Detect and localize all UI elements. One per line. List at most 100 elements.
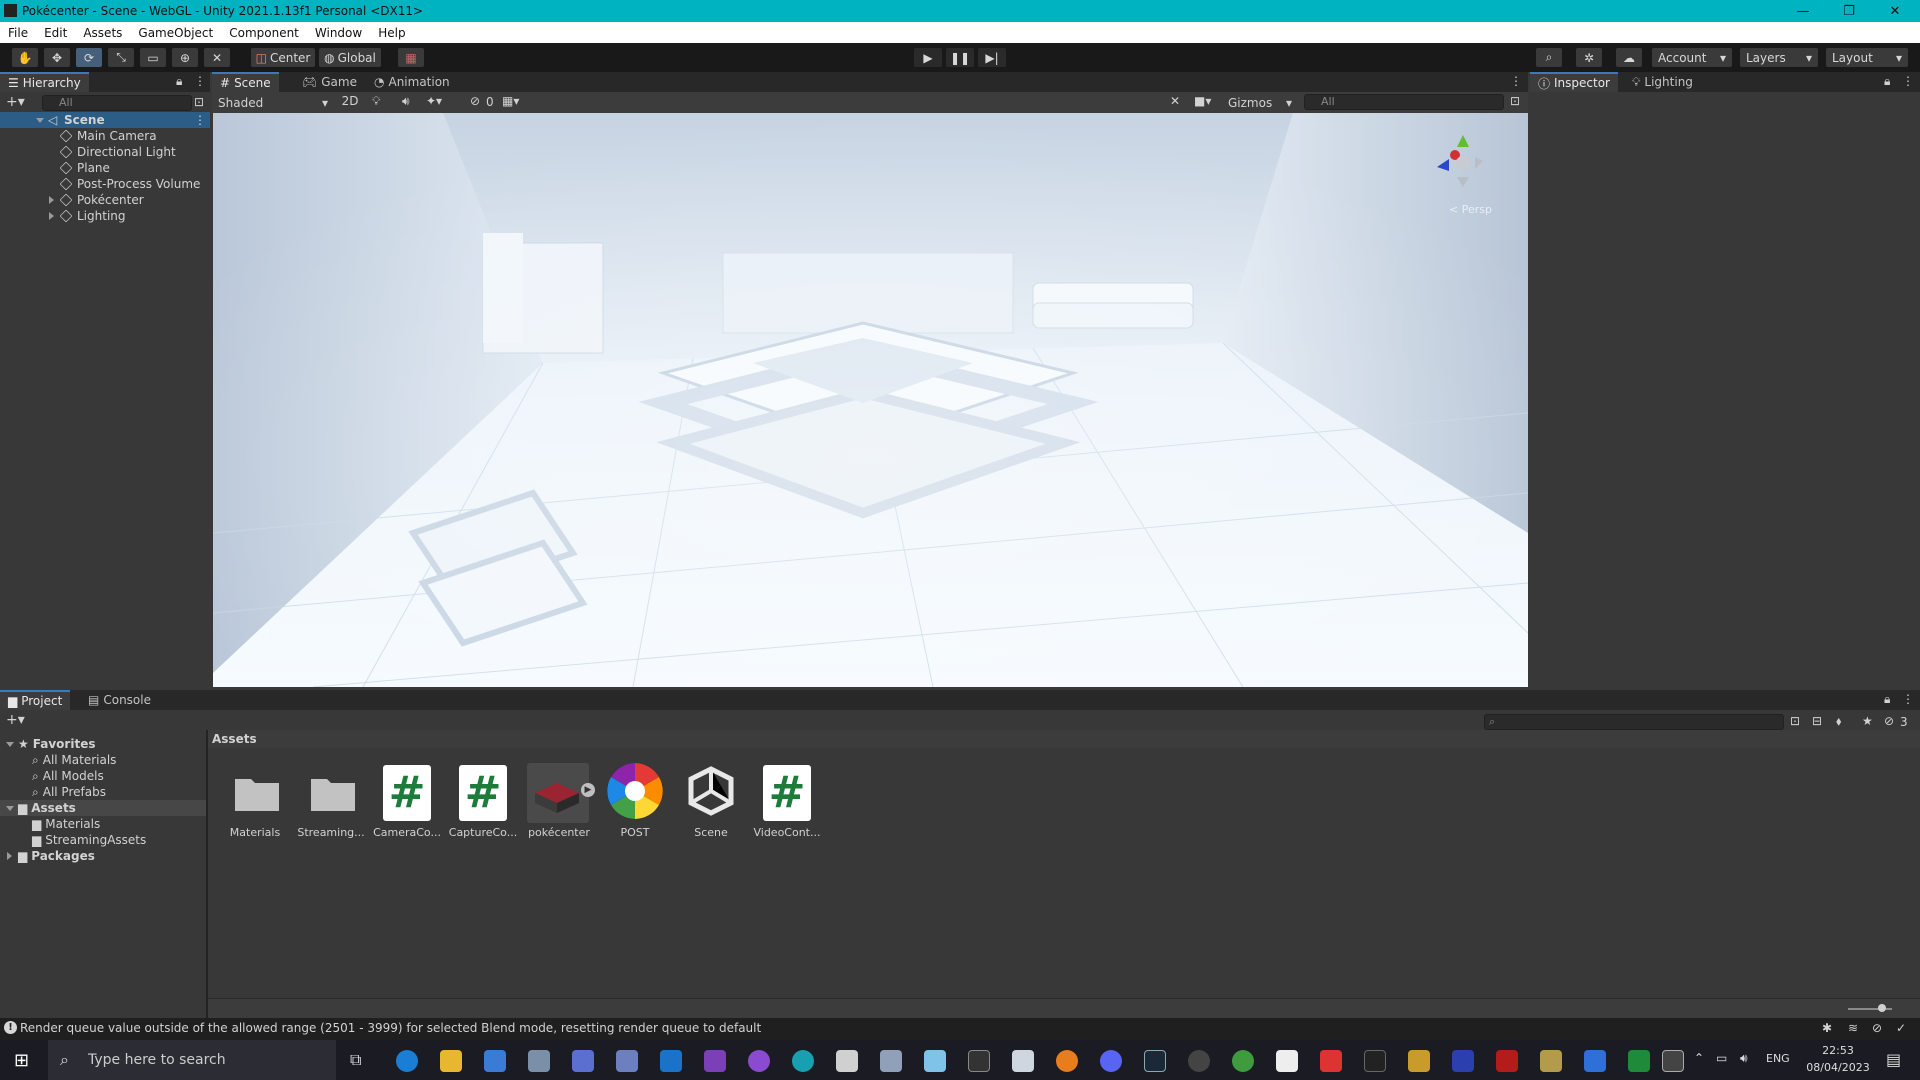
pause-button[interactable]: ❚❚ xyxy=(946,48,974,67)
tab-animation[interactable]: ◔ Animation xyxy=(366,72,458,92)
kebab-menu-icon[interactable]: ⋮ xyxy=(194,113,206,127)
asset-item-streamingassets[interactable]: Streaming... xyxy=(293,761,369,841)
app-icon[interactable] xyxy=(1628,1050,1650,1072)
github-icon[interactable] xyxy=(748,1050,770,1072)
paint-icon[interactable] xyxy=(880,1050,902,1072)
menu-gameobject[interactable]: GameObject xyxy=(130,26,221,40)
rotate-tool-button[interactable]: ⟳ xyxy=(76,48,102,67)
app-icon[interactable] xyxy=(1364,1050,1386,1072)
auto-generate-lighting-icon[interactable]: ⊘ xyxy=(1872,1021,1882,1035)
search-by-type-icon[interactable]: ⊡ xyxy=(1510,94,1520,108)
kebab-menu-icon[interactable]: ⋮ xyxy=(1902,74,1914,88)
collab-button[interactable]: ✲ xyxy=(1576,48,1602,67)
visual-studio-icon[interactable] xyxy=(704,1050,726,1072)
app-icon[interactable] xyxy=(1012,1050,1034,1072)
tab-inspector[interactable]: ⓘ Inspector xyxy=(1530,72,1618,92)
project-search-input[interactable]: ⌕ xyxy=(1484,714,1784,730)
favorites-header[interactable]: ★ Favorites xyxy=(18,736,95,752)
taskbar-search-box[interactable]: ⌕ Type here to search xyxy=(48,1040,336,1080)
chevron-up-icon[interactable]: ⌃ xyxy=(1694,1051,1704,1065)
fold-arrow-icon[interactable] xyxy=(7,852,12,860)
blender-icon[interactable] xyxy=(1056,1050,1078,1072)
asset-item-capturecontroller[interactable]: # CaptureCo... xyxy=(445,761,521,841)
kebab-menu-icon[interactable]: ⋮ xyxy=(194,74,206,88)
asset-item-pokecenter-model[interactable]: ▶ pokécenter xyxy=(521,761,597,841)
scene-search-input[interactable]: All xyxy=(1304,94,1504,110)
search-by-label-icon[interactable]: ⊟ xyxy=(1812,714,1822,728)
hand-tool-button[interactable]: ✋ xyxy=(12,48,38,67)
splitter[interactable] xyxy=(206,730,208,1018)
scene-row[interactable]: ◁ Scene ⋮ xyxy=(0,112,210,128)
clock-date[interactable]: 08/04/2023 xyxy=(1802,1061,1874,1074)
star-icon[interactable]: ★ xyxy=(1862,714,1873,728)
tab-hierarchy[interactable]: ☰ Hierarchy xyxy=(0,72,89,92)
store-icon[interactable] xyxy=(484,1050,506,1072)
kebab-menu-icon[interactable]: ⋮ xyxy=(1510,74,1522,88)
app-icon[interactable] xyxy=(1584,1050,1606,1072)
layers-dropdown[interactable]: Layers ▾ xyxy=(1740,48,1818,67)
app-icon[interactable] xyxy=(1540,1050,1562,1072)
unity-editor-icon[interactable] xyxy=(1662,1050,1684,1072)
fold-arrow-icon[interactable] xyxy=(49,212,54,220)
notifications-icon[interactable]: ▤ xyxy=(1886,1050,1901,1069)
kebab-menu-icon[interactable]: ⋮ xyxy=(1902,692,1914,706)
rect-tool-button[interactable]: ▭ xyxy=(140,48,166,67)
cloud-button[interactable]: ☁ xyxy=(1616,48,1642,67)
draw-mode-dropdown[interactable]: Shaded ▾ xyxy=(214,94,332,111)
effects-icon[interactable]: ✦▾ xyxy=(426,94,442,108)
breadcrumb-assets[interactable]: Assets xyxy=(212,732,257,746)
hidden-objects-icon[interactable]: ⊘ xyxy=(470,94,480,108)
hierarchy-item-post-process-volume[interactable]: Post-Process Volume xyxy=(59,176,200,192)
terminal-icon[interactable] xyxy=(968,1050,990,1072)
hidden-packages-icon[interactable]: ⊘ xyxy=(1884,714,1894,728)
menu-component[interactable]: Component xyxy=(221,26,307,40)
hierarchy-item-directional-light[interactable]: Directional Light xyxy=(59,144,176,160)
hierarchy-search-input[interactable]: All xyxy=(42,95,192,111)
layout-dropdown[interactable]: Layout ▾ xyxy=(1826,48,1908,67)
lock-icon[interactable]: 🔒︎ xyxy=(1884,692,1890,707)
packages-header[interactable]: ▆ Packages xyxy=(18,848,95,864)
fold-arrow-icon[interactable] xyxy=(6,742,14,747)
create-add-button[interactable]: +▾ xyxy=(6,94,25,110)
vscode-icon[interactable] xyxy=(660,1050,682,1072)
menu-file[interactable]: File xyxy=(0,26,36,40)
close-button[interactable]: ✕ xyxy=(1872,0,1918,22)
step-button[interactable]: ▶| xyxy=(978,48,1006,67)
grid-toggle-icon[interactable]: ▦▾ xyxy=(502,94,519,108)
menu-assets[interactable]: Assets xyxy=(75,26,130,40)
fold-arrow-icon[interactable] xyxy=(49,196,54,204)
unity-hub-icon[interactable] xyxy=(1276,1050,1298,1072)
scene-viewport[interactable]: < Persp xyxy=(213,113,1528,687)
file-explorer-icon[interactable] xyxy=(440,1050,462,1072)
app-icon[interactable] xyxy=(1496,1050,1518,1072)
edge-icon[interactable] xyxy=(396,1050,418,1072)
lock-icon[interactable]: 🔒︎ xyxy=(1884,74,1890,89)
windows-start-icon[interactable]: ⊞ xyxy=(14,1050,29,1071)
app-icon[interactable] xyxy=(1320,1050,1342,1072)
language-indicator[interactable]: ENG xyxy=(1766,1052,1790,1065)
pivot-rotation-button[interactable]: ◍ Global xyxy=(319,48,381,67)
move-tool-button[interactable]: ✥ xyxy=(44,48,70,67)
arduino-icon[interactable] xyxy=(792,1050,814,1072)
tag-icon[interactable]: ⬧ xyxy=(1836,714,1841,729)
asset-item-post[interactable]: POST xyxy=(597,761,673,841)
tab-console[interactable]: ▤ Console xyxy=(80,690,159,710)
app-icon[interactable] xyxy=(616,1050,638,1072)
orientation-gizmo[interactable] xyxy=(1433,131,1493,191)
fold-arrow-icon[interactable] xyxy=(6,806,14,811)
debug-icon[interactable]: ✱ xyxy=(1822,1021,1832,1035)
expand-arrow-icon[interactable]: ▶ xyxy=(581,783,595,797)
asset-item-materials[interactable]: Materials xyxy=(217,761,293,841)
tree-folder-materials[interactable]: ▆ Materials xyxy=(32,816,100,832)
fold-arrow-icon[interactable] xyxy=(36,118,44,123)
tab-project[interactable]: ▆ Project xyxy=(0,690,71,710)
menu-help[interactable]: Help xyxy=(370,26,413,40)
app-icon[interactable] xyxy=(836,1050,858,1072)
app-icon[interactable] xyxy=(924,1050,946,1072)
scale-tool-button[interactable]: ⤡ xyxy=(108,48,134,67)
2d-toggle[interactable]: 2D xyxy=(338,94,362,111)
hierarchy-item-plane[interactable]: Plane xyxy=(59,160,110,176)
task-view-icon[interactable]: ⧉ xyxy=(350,1050,361,1070)
tab-game[interactable]: 🎮︎ Game xyxy=(294,72,365,92)
clock-time[interactable]: 22:53 xyxy=(1802,1044,1874,1057)
